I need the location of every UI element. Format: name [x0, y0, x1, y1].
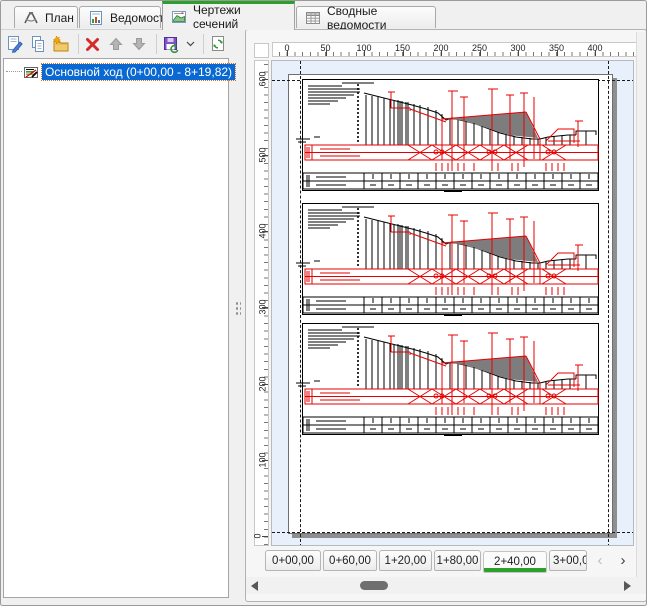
panel-splitter[interactable] [231, 29, 245, 602]
picket-tab[interactable]: 1+80,00 [434, 550, 481, 571]
section-drawing-icon [171, 9, 187, 25]
floppy-save-icon [162, 35, 180, 53]
picket-tab[interactable]: 0+60,00 [323, 550, 377, 571]
tree-item-main-route[interactable]: Основной ход (0+00,00 - 8+19,82) [6, 63, 235, 81]
picket-tab[interactable]: 1+20,00 [379, 550, 432, 571]
sheet-refresh-icon [209, 35, 227, 53]
tab-label: Сводные ведомости [327, 4, 427, 32]
refresh-drawing-button[interactable] [208, 31, 229, 57]
drawing-canvas[interactable] [271, 60, 634, 546]
scrollbar-thumb[interactable] [360, 581, 388, 590]
ruler-vertical: 0100200300400500600 [254, 60, 269, 546]
copy-button[interactable] [27, 31, 48, 57]
drawings-tree: Основной ход (0+00,00 - 8+19,82) [3, 58, 229, 598]
save-dropdown-button[interactable] [184, 31, 197, 57]
tab-summary-vedomosti[interactable]: Сводные ведомости [296, 6, 436, 28]
sheet-pencil-icon [6, 35, 24, 53]
toolbar-separator [78, 34, 79, 54]
new-folder-icon [52, 35, 70, 53]
red-x-icon [84, 35, 102, 53]
move-up-button[interactable] [105, 31, 126, 57]
tree-item-label: Основной ход (0+00,00 - 8+19,82) [42, 64, 235, 80]
drawing-preview-panel: 050100150200250300350400 010020030040050… [245, 29, 647, 602]
application-window: План Ведомости Чертежи сечений Сводные в… [0, 0, 647, 606]
tab-scroll-left-icon[interactable]: ‹ [593, 552, 607, 570]
arrow-down-icon [130, 35, 148, 53]
picket-tab[interactable]: 0+00,00 [265, 550, 321, 571]
plan-compass-icon [23, 10, 39, 26]
cross-section-drawings [296, 79, 602, 437]
arrow-up-icon [107, 35, 125, 53]
edit-drawing-button[interactable] [4, 31, 25, 57]
print-margin-right [608, 61, 609, 546]
picket-tab[interactable]: 3+00,00 [549, 550, 587, 571]
tab-label: План [45, 11, 74, 25]
save-button[interactable] [161, 31, 182, 57]
tab-label: Чертежи сечений [193, 3, 286, 31]
picket-tab-active[interactable]: 2+40,00 [483, 551, 547, 573]
horizontal-scrollbar[interactable] [246, 577, 646, 594]
picket-tab-strip: 0+00,00 0+60,00 1+20,00 1+80,00 2+40,00 … [246, 549, 646, 577]
splitter-grip-icon [235, 301, 241, 315]
tree-branch-line [6, 71, 22, 73]
report-chart-icon [88, 10, 104, 26]
picket-tab-label: 3+00,00 [553, 555, 587, 567]
copy-sheets-icon [29, 35, 47, 53]
tab-scroll-right-icon[interactable]: › [616, 552, 630, 570]
picket-tab-label: 0+00,00 [272, 555, 314, 567]
ruler-corner [254, 43, 269, 58]
new-folder-button[interactable] [50, 31, 71, 57]
tab-plan[interactable]: План [14, 6, 78, 28]
summary-table-icon [305, 10, 321, 26]
print-margin-bottom [272, 532, 634, 533]
tab-vedomosti[interactable]: Ведомости [79, 6, 161, 28]
delete-button[interactable] [82, 31, 103, 57]
tab-section-drawings[interactable]: Чертежи сечений [162, 1, 295, 30]
picket-tab-label: 1+80,00 [437, 555, 479, 567]
picket-tab-label: 0+60,00 [329, 555, 371, 567]
ruler-horizontal: 050100150200250300350400 [272, 42, 638, 57]
move-down-button[interactable] [129, 31, 150, 57]
picket-tab-label: 1+20,00 [385, 555, 427, 567]
drawing-toolbar [1, 29, 231, 58]
picket-tab-label: 2+40,00 [494, 556, 536, 568]
scroll-right-arrow-icon[interactable] [624, 581, 631, 591]
toolbar-separator [156, 34, 157, 54]
vertical-scrollbar[interactable] [636, 32, 647, 592]
top-tab-bar: План Ведомости Чертежи сечений Сводные в… [1, 1, 646, 30]
chevron-down-icon [186, 41, 195, 47]
section-set-icon [23, 64, 39, 80]
toolbar-separator [203, 34, 204, 54]
scroll-left-arrow-icon[interactable] [251, 581, 258, 591]
